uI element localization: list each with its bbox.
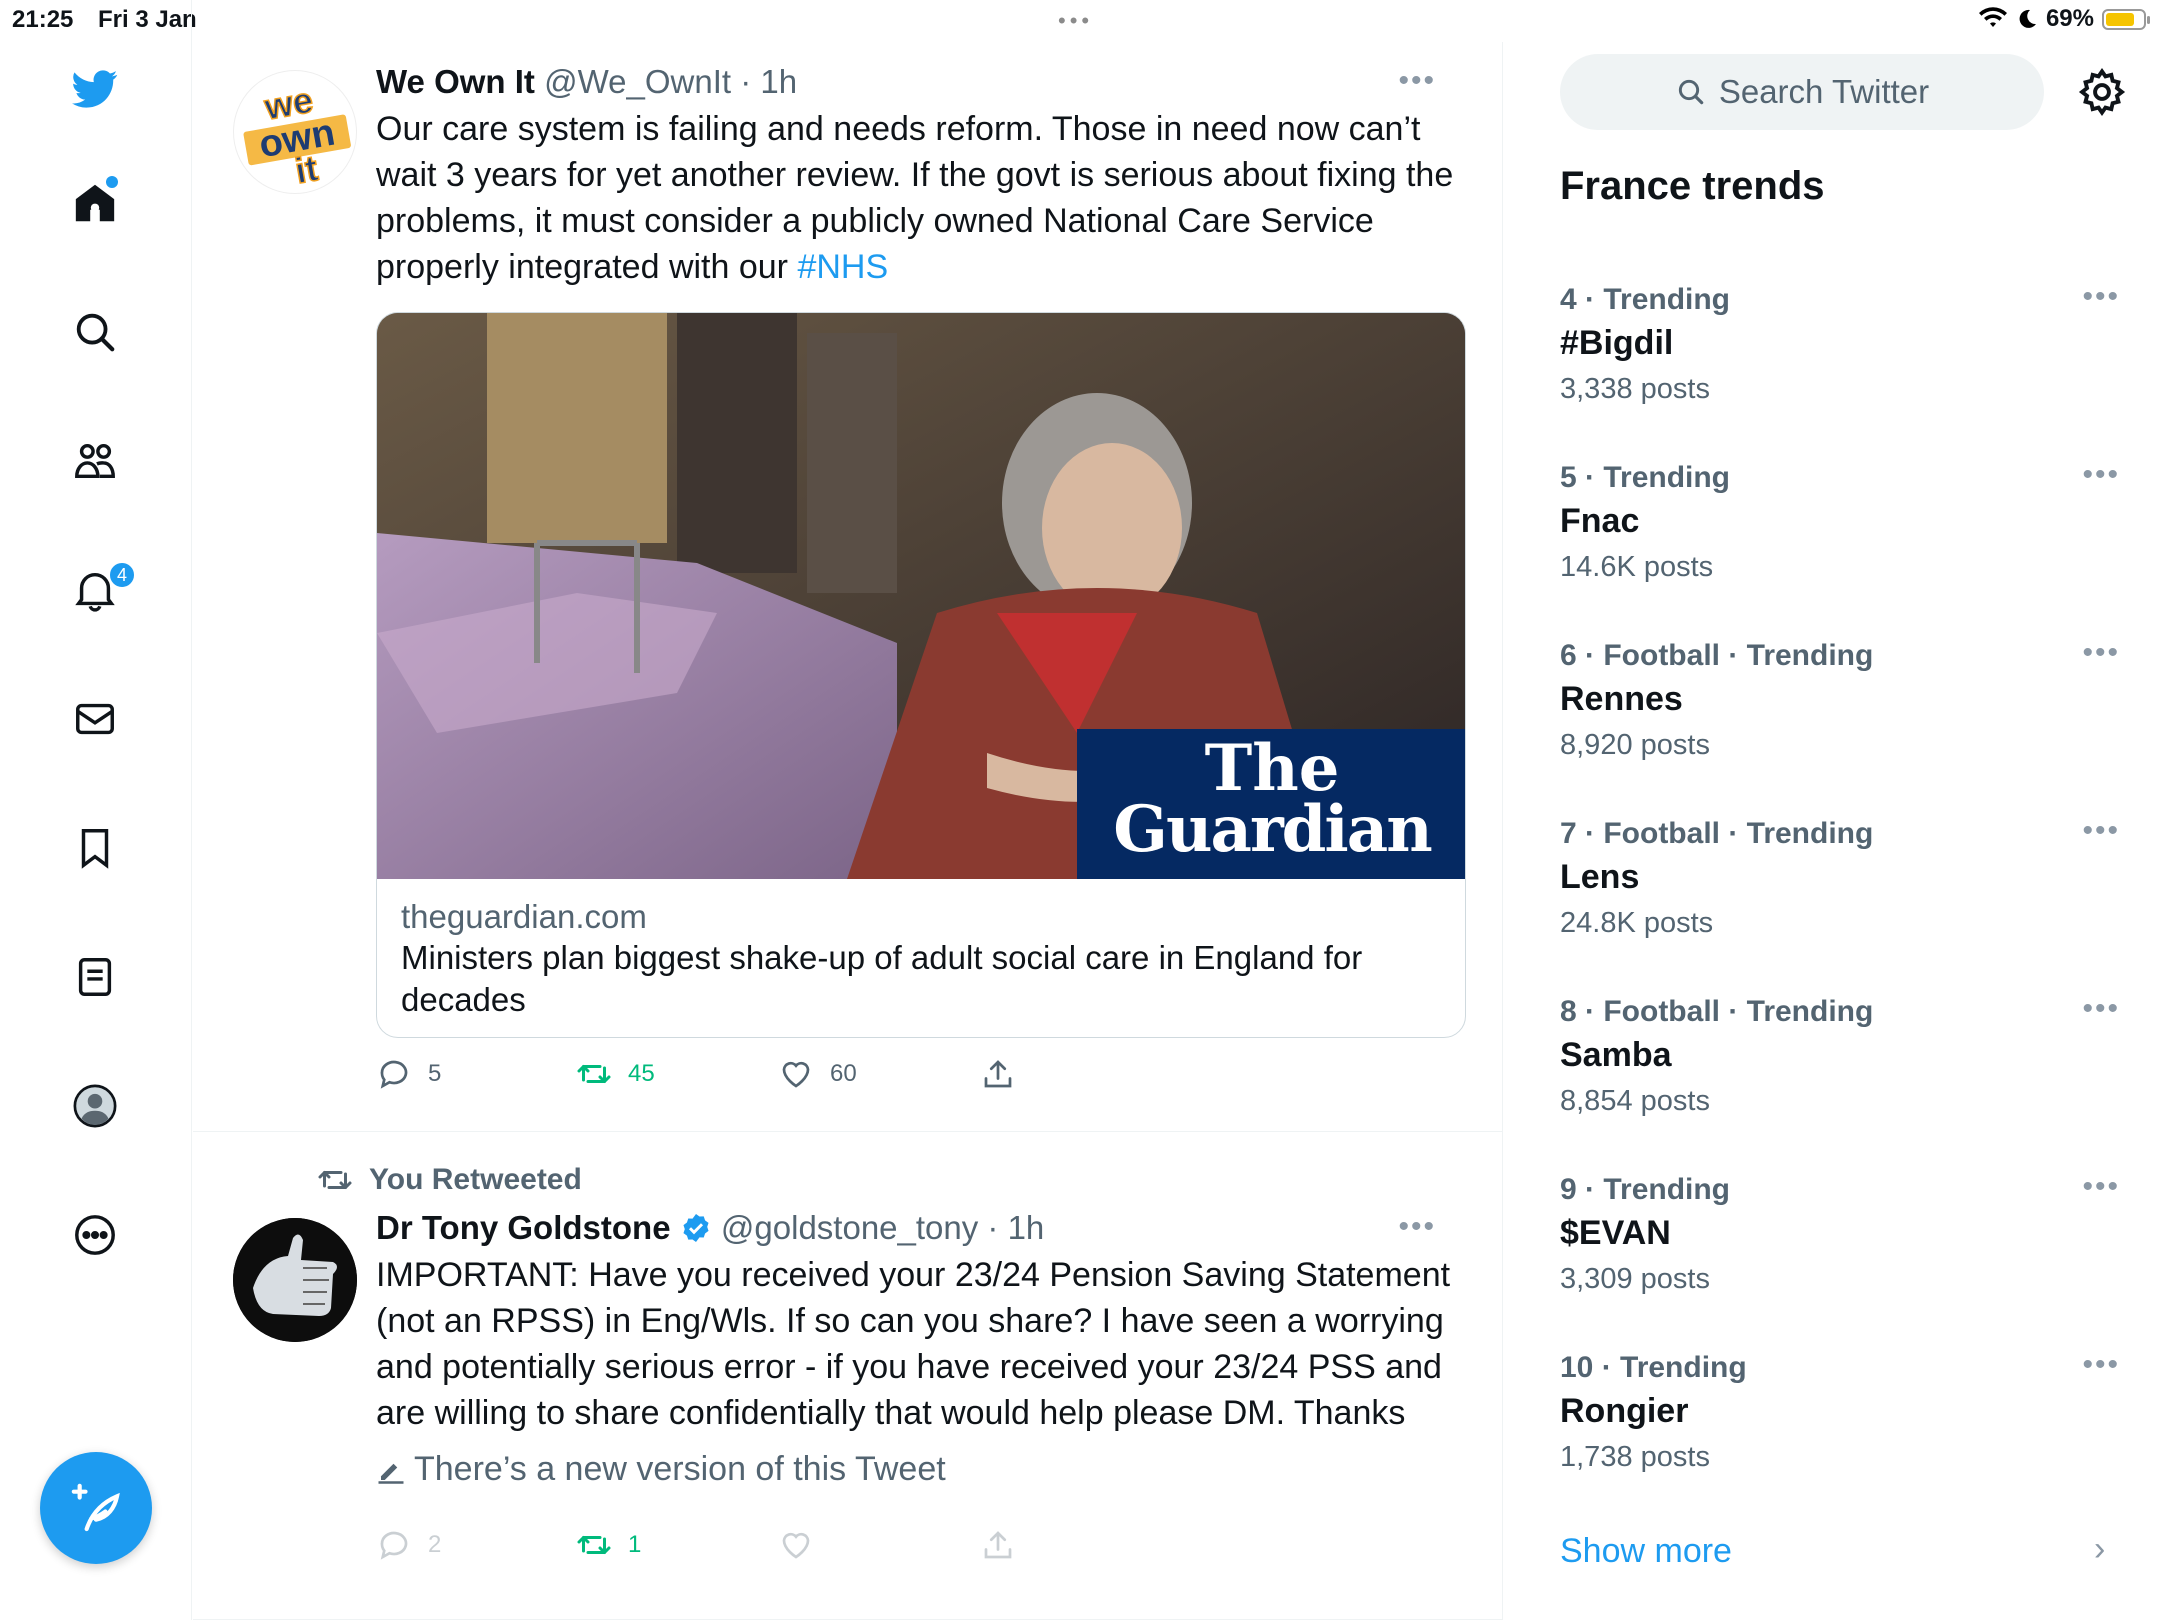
- notifications-badge: 4: [108, 561, 136, 589]
- tony-goldstone-avatar[interactable]: [233, 1218, 357, 1342]
- sidebar-nav: 4: [0, 0, 192, 1620]
- tweet-header: Dr Tony Goldstone @goldstone_tony · 1h: [376, 1208, 1466, 1248]
- tweet-actions: 5 45 60: [376, 1056, 1466, 1116]
- retweet-button[interactable]: 1: [576, 1527, 641, 1563]
- reply-button[interactable]: 5: [376, 1056, 441, 1092]
- share-button[interactable]: [980, 1056, 1016, 1092]
- retweet-count: 1: [628, 1531, 642, 1558]
- tweet-more-icon[interactable]: •••: [1398, 64, 1436, 98]
- search-icon: [1678, 79, 1704, 105]
- trend-more-icon[interactable]: •••: [2082, 992, 2120, 1026]
- lists-icon[interactable]: [60, 942, 130, 1012]
- heart-icon: [782, 1061, 810, 1088]
- trend-item[interactable]: 10 · Trending Rongier 1,738 posts •••: [1560, 1348, 2120, 1518]
- retweet-count: 45: [628, 1060, 655, 1087]
- trends-title: France trends: [1560, 164, 1825, 208]
- settings-gear-icon[interactable]: [2076, 66, 2128, 118]
- tweet-text: IMPORTANT: Have you received your 23/24 …: [376, 1256, 1451, 1432]
- edit-notice[interactable]: There’s a new version of this Tweet: [376, 1450, 1466, 1489]
- pencil-icon: [378, 1463, 404, 1484]
- trend-item[interactable]: 7 · Football · Trending Lens 24.8K posts…: [1560, 814, 2120, 984]
- reply-button[interactable]: 2: [376, 1527, 441, 1563]
- share-button[interactable]: [980, 1527, 1016, 1563]
- communities-icon[interactable]: [60, 426, 130, 496]
- show-more-link[interactable]: Show more: [1560, 1532, 1732, 1571]
- trend-more-icon[interactable]: •••: [2082, 1170, 2120, 1204]
- guardian-logo: The Guardian: [1077, 729, 1465, 879]
- retweet-button[interactable]: 45: [576, 1056, 655, 1092]
- like-button[interactable]: 60: [778, 1056, 857, 1092]
- share-icon: [984, 1060, 1012, 1088]
- trend-item[interactable]: 9 · Trending $EVAN 3,309 posts •••: [1560, 1170, 2120, 1340]
- wifi-icon: [1978, 7, 2007, 27]
- status-right: 69%: [1978, 5, 2150, 33]
- we-own-it-avatar[interactable]: we own it: [233, 70, 357, 194]
- like-count: 60: [830, 1060, 857, 1087]
- trend-more-icon[interactable]: •••: [2082, 1348, 2120, 1382]
- timeline: we own it We Own It @We_OwnIt · 1h ••• O…: [193, 42, 1503, 1620]
- compose-tweet-button[interactable]: [40, 1452, 152, 1564]
- chevron-right-icon[interactable]: ›: [2094, 1530, 2105, 1569]
- search-input[interactable]: Search Twitter: [1560, 54, 2044, 130]
- retweeted-label: You Retweeted: [315, 1162, 582, 1198]
- notifications-bell-icon[interactable]: 4: [60, 555, 136, 625]
- feather-plus-icon: [71, 1483, 120, 1532]
- trend-more-icon[interactable]: •••: [2082, 458, 2120, 492]
- retweet-icon: [577, 1536, 611, 1554]
- bookmarks-icon[interactable]: [60, 813, 130, 883]
- tweet-tony-goldstone[interactable]: You Retweeted Dr Tony Goldstone @goldsto…: [193, 1132, 1503, 1620]
- trend-item[interactable]: 6 · Football · Trending Rennes 8,920 pos…: [1560, 636, 2120, 806]
- card-title: Ministers plan biggest shake-up of adult…: [401, 939, 1363, 1018]
- twitter-logo-icon[interactable]: [60, 54, 130, 124]
- tweet-actions: 2 1: [376, 1527, 1466, 1587]
- battery-icon: [2102, 8, 2150, 30]
- home-icon[interactable]: [60, 168, 130, 238]
- retweet-small-icon: [318, 1171, 352, 1189]
- author-handle-time[interactable]: @We_OwnIt · 1h: [544, 63, 797, 100]
- reply-count: 2: [428, 1531, 442, 1558]
- home-unread-dot: [106, 176, 118, 188]
- trend-more-icon[interactable]: •••: [2082, 636, 2120, 670]
- author-name[interactable]: Dr Tony Goldstone: [376, 1209, 671, 1246]
- heart-icon: [782, 1532, 810, 1559]
- card-domain: theguardian.com: [401, 898, 647, 935]
- trend-item[interactable]: 8 · Football · Trending Samba 8,854 post…: [1560, 992, 2120, 1162]
- tweet-more-icon[interactable]: •••: [1398, 1210, 1436, 1244]
- share-icon: [984, 1531, 1012, 1559]
- tweet-header: We Own It @We_OwnIt · 1h: [376, 62, 1466, 102]
- retweet-icon: [577, 1065, 611, 1083]
- multitasking-dots[interactable]: •••: [1058, 8, 1093, 34]
- author-handle-time[interactable]: @goldstone_tony · 1h: [721, 1209, 1044, 1246]
- tweet-we-own-it[interactable]: we own it We Own It @We_OwnIt · 1h ••• O…: [193, 42, 1503, 1132]
- tweet-text: Our care system is failing and needs ref…: [376, 110, 1454, 286]
- verified-badge-icon: [683, 1214, 709, 1242]
- reply-count: 5: [428, 1060, 442, 1087]
- trend-more-icon[interactable]: •••: [2082, 280, 2120, 314]
- card-image: The Guardian: [377, 313, 1465, 879]
- trend-more-icon[interactable]: •••: [2082, 814, 2120, 848]
- trend-item[interactable]: 4 · Trending #Bigdil 3,338 posts •••: [1560, 280, 2120, 450]
- moon-icon: [2019, 9, 2036, 28]
- link-card[interactable]: The Guardian theguardian.com Ministers p…: [376, 312, 1466, 1038]
- battery-percent: 69%: [2045, 5, 2094, 32]
- status-bar: 21:25 Fri 3 Jan ••• 69%: [0, 0, 2160, 42]
- reply-icon: [380, 1531, 408, 1560]
- nhs-hashtag-link[interactable]: #NHS: [797, 248, 888, 286]
- like-button[interactable]: [778, 1527, 814, 1563]
- thumbs-up-xray-image: [233, 1218, 357, 1342]
- search-placeholder: Search Twitter: [1718, 73, 1930, 110]
- reply-icon: [380, 1060, 408, 1089]
- author-name[interactable]: We Own It: [376, 63, 535, 100]
- explore-search-icon[interactable]: [60, 297, 130, 367]
- profile-avatar-icon[interactable]: [60, 1071, 130, 1141]
- we-own-it-logo: we own it: [243, 78, 351, 192]
- messages-mail-icon[interactable]: [60, 684, 130, 754]
- more-options-icon[interactable]: [60, 1200, 130, 1270]
- right-sidebar: Search Twitter France trends 4 · Trendin…: [1504, 42, 2160, 1620]
- trend-item[interactable]: 5 · Trending Fnac 14.6K posts •••: [1560, 458, 2120, 628]
